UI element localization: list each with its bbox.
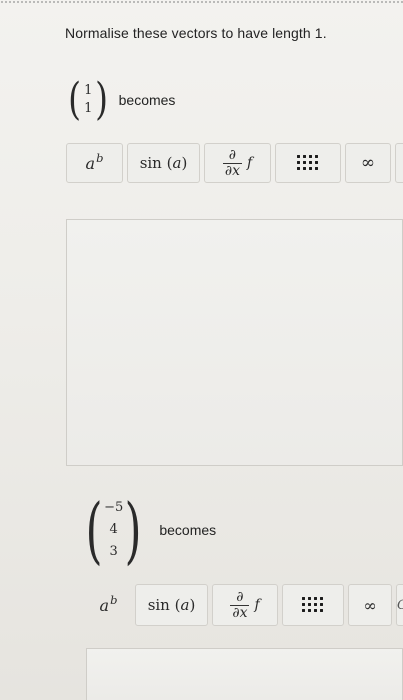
matrix-button[interactable] bbox=[282, 584, 344, 626]
right-paren: ) bbox=[124, 488, 142, 572]
power-base: a bbox=[85, 153, 96, 173]
sin-label: sin bbox=[147, 596, 170, 614]
sin-button[interactable]: sin (a) bbox=[127, 143, 200, 183]
top-dotted-border bbox=[0, 0, 403, 4]
derivative-button[interactable]: ∂ ∂x f bbox=[204, 143, 271, 183]
power-base: a bbox=[99, 595, 110, 615]
partial-derivative-fraction: ∂ ∂x bbox=[230, 588, 250, 621]
clipped-symbol-button[interactable]: C bbox=[396, 584, 403, 626]
infinity-symbol: ∞ bbox=[360, 153, 376, 173]
infinity-symbol: ∞ bbox=[363, 595, 377, 615]
power-exponent: b bbox=[110, 593, 118, 608]
left-paren: ( bbox=[68, 74, 82, 125]
sin-close-paren: ) bbox=[181, 154, 188, 172]
derivative-button[interactable]: ∂ ∂x f bbox=[212, 584, 278, 626]
becomes-label: becomes bbox=[159, 522, 217, 538]
vector-entry: 1 bbox=[84, 83, 93, 98]
matrix-button[interactable] bbox=[275, 143, 341, 183]
vector-entry: 4 bbox=[109, 522, 118, 537]
matrix-icon bbox=[297, 155, 319, 171]
sin-button[interactable]: sin (a) bbox=[135, 584, 208, 626]
power-button[interactable]: ab bbox=[66, 143, 123, 183]
becomes-label: becomes bbox=[118, 92, 176, 108]
infinity-button[interactable]: ∞ bbox=[345, 143, 391, 183]
matrix-icon bbox=[302, 597, 324, 613]
vector-entry: 1 bbox=[84, 101, 93, 116]
vector-q2: ( −5 4 3 ) becomes bbox=[80, 488, 217, 572]
math-toolbar-q2: ab sin (a) ∂ ∂x f ∞ bbox=[86, 584, 403, 626]
vector-entry: 3 bbox=[109, 544, 118, 559]
more-symbols-button[interactable] bbox=[395, 143, 403, 183]
answer-input-q2[interactable] bbox=[86, 648, 403, 700]
vector-entry: −5 bbox=[104, 500, 124, 515]
derivative-numerator: ∂ bbox=[228, 146, 237, 163]
derivative-function: f bbox=[246, 155, 253, 171]
derivative-denominator: ∂x bbox=[222, 162, 242, 179]
page: Normalise these vectors to have length 1… bbox=[0, 0, 403, 700]
infinity-button[interactable]: ∞ bbox=[348, 584, 392, 626]
sin-close-paren: ) bbox=[189, 596, 196, 614]
right-paren: ) bbox=[95, 74, 109, 125]
power-exponent: b bbox=[96, 151, 104, 166]
question-instruction: Normalise these vectors to have length 1… bbox=[65, 25, 327, 41]
answer-input-q1[interactable] bbox=[66, 219, 403, 466]
math-toolbar-q1: ab sin (a) ∂ ∂x f ∞ bbox=[66, 143, 403, 183]
vector-q1: ( 1 1 ) becomes bbox=[66, 78, 175, 122]
clipped-symbol: C bbox=[397, 598, 403, 613]
sin-label: sin bbox=[139, 154, 162, 172]
partial-derivative-fraction: ∂ ∂x bbox=[222, 146, 242, 179]
left-paren: ( bbox=[85, 488, 103, 572]
derivative-denominator: ∂x bbox=[230, 604, 250, 621]
power-button[interactable]: ab bbox=[86, 584, 131, 626]
derivative-numerator: ∂ bbox=[236, 588, 244, 605]
derivative-function: f bbox=[254, 597, 260, 613]
